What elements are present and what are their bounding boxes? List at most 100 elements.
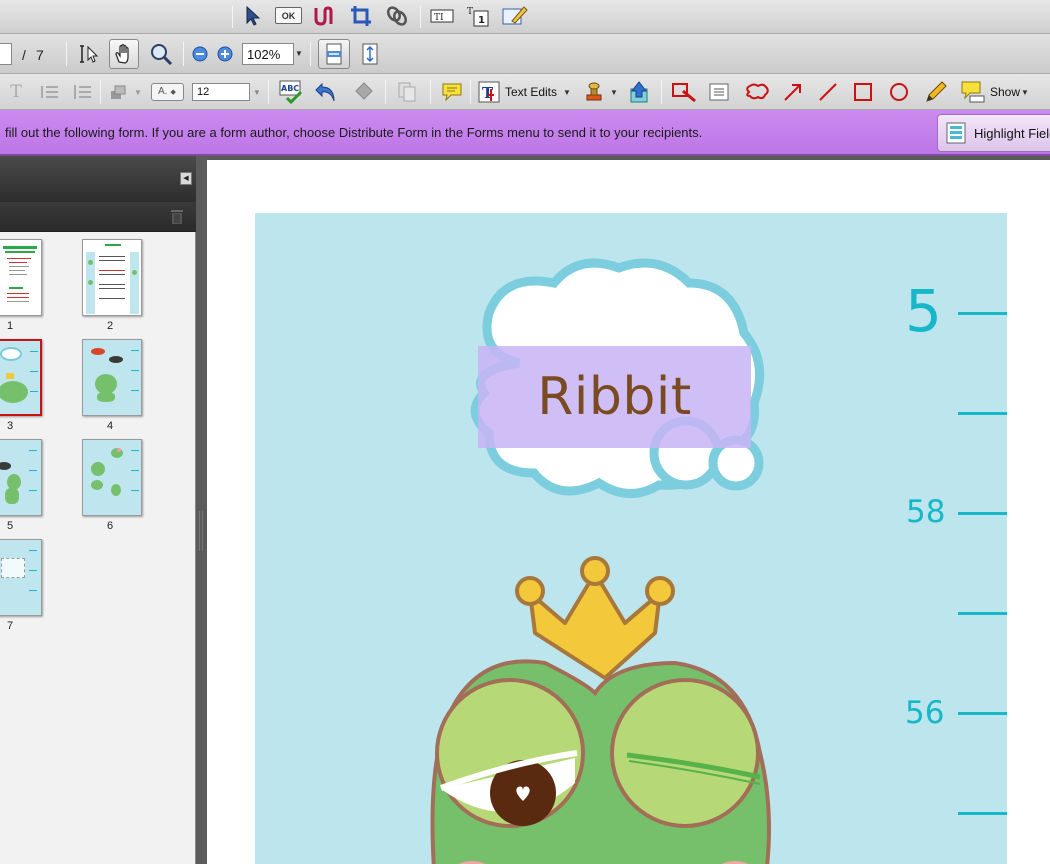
toolbar-navigation: / 7 102% ▼: [0, 34, 1050, 74]
thumbnail-number: 3: [6, 420, 14, 432]
pages-panel-header: ◀: [0, 156, 196, 202]
page-thumbnail-7[interactable]: [0, 539, 42, 616]
page-thumbnail-5[interactable]: [0, 439, 42, 516]
trash-icon[interactable]: [170, 208, 184, 225]
show-label[interactable]: Show: [990, 85, 1020, 99]
page-thumbnail-1[interactable]: [0, 239, 42, 316]
font-size-input[interactable]: 12: [192, 83, 250, 101]
line-spacing-decrease-icon[interactable]: [38, 82, 60, 102]
highlight-fields-button[interactable]: Highlight Fields: [937, 114, 1050, 152]
ribbit-text: Ribbit: [537, 367, 692, 427]
arrow-tool-icon[interactable]: [781, 80, 805, 104]
highlight-text-tool-icon[interactable]: [671, 80, 697, 104]
form-message-bar: fill out the following form. If you are …: [0, 110, 1050, 156]
ribbit-form-field[interactable]: Ribbit: [478, 346, 751, 448]
highlight-fields-label: Highlight Fields: [974, 125, 1050, 141]
thumbnail-number: 1: [6, 320, 14, 332]
growth-chart-artwork: Ribbit 5 58 56: [255, 213, 1007, 864]
page-thumbnail-4[interactable]: [82, 339, 142, 416]
zoom-dropdown-icon[interactable]: ▼: [295, 49, 303, 58]
page-thumbnail-6[interactable]: [82, 439, 142, 516]
separator: [268, 80, 269, 104]
redo-icon[interactable]: [351, 80, 375, 104]
separator: [430, 80, 431, 104]
text-edits-dropdown-icon[interactable]: ▼: [563, 88, 571, 97]
scale-tick: [958, 612, 1007, 615]
pencil-tool-icon[interactable]: [923, 79, 949, 105]
document-page[interactable]: Ribbit 5 58 56: [207, 160, 1050, 864]
stamp-style-icon[interactable]: [108, 82, 128, 102]
page-thumbnail-2[interactable]: [82, 239, 142, 316]
show-comments-icon[interactable]: [960, 80, 986, 104]
link-tool-icon[interactable]: [385, 4, 409, 28]
scale-tick: [958, 412, 1007, 415]
zoom-in-icon[interactable]: [216, 45, 234, 63]
zoom-out-icon[interactable]: [191, 45, 209, 63]
stamp-dropdown-icon[interactable]: ▼: [134, 88, 142, 97]
fit-width-icon[interactable]: [318, 39, 350, 69]
text-box-tool-icon[interactable]: [708, 82, 730, 102]
signature-field-tool-icon[interactable]: [312, 4, 336, 28]
scale-label-56: 56: [905, 695, 945, 731]
copy-icon[interactable]: [395, 80, 419, 104]
svg-text:1: 1: [478, 15, 485, 26]
font-style-dropdown[interactable]: A. ◆: [151, 83, 184, 101]
page-separator: /: [22, 47, 26, 63]
font-size-dropdown-icon[interactable]: ▼: [253, 88, 261, 97]
font-style-label: A.: [158, 86, 168, 97]
line-tool-icon[interactable]: [816, 80, 840, 104]
panel-splitter[interactable]: [196, 156, 206, 864]
scale-label-top: 5: [905, 277, 942, 345]
marquee-zoom-icon[interactable]: [148, 42, 174, 66]
ok-button-tool-icon[interactable]: OK: [275, 7, 302, 24]
select-object-tool-icon[interactable]: [242, 5, 264, 27]
form-edit-tool-icon[interactable]: [502, 4, 528, 28]
thumbnail-number: 7: [6, 620, 14, 632]
text-tool-icon[interactable]: T: [6, 82, 26, 102]
show-dropdown-icon[interactable]: ▼: [1021, 88, 1029, 97]
rectangle-tool-icon[interactable]: [851, 80, 875, 104]
pages-panel: ◀ 1 2 3 4 5 6 7: [0, 156, 196, 864]
toolbar-forms: OK TI 1T: [0, 0, 1050, 34]
select-text-tool-icon[interactable]: [78, 42, 102, 66]
thumbnail-number: 6: [106, 520, 114, 532]
stamp-tool-icon[interactable]: [582, 80, 606, 104]
scale-label-58: 58: [906, 494, 946, 530]
stamp-tool-dropdown-icon[interactable]: ▼: [610, 88, 618, 97]
svg-text:TI: TI: [434, 13, 444, 23]
cloud-tool-icon[interactable]: [744, 82, 770, 102]
separator: [66, 42, 67, 66]
thumbnail-number: 5: [6, 520, 14, 532]
scale-tick: [958, 712, 1007, 715]
pages-panel-toolbar: [0, 202, 196, 232]
text-edits-label[interactable]: Text Edits: [505, 85, 557, 99]
separator: [310, 42, 311, 66]
zoom-input[interactable]: 102%: [242, 43, 294, 65]
attach-file-icon[interactable]: [626, 79, 652, 105]
thumbnail-number: 4: [106, 420, 114, 432]
line-spacing-increase-icon[interactable]: [71, 82, 93, 102]
page-number-input[interactable]: [0, 43, 12, 65]
text-field-tool-icon[interactable]: TI: [430, 7, 454, 25]
toolbar-typewriter-comment: T ▼ A. ◆ 12 ▼ ABC T Text Edits ▼ ▼ Show …: [0, 74, 1050, 110]
page-thumbnail-3[interactable]: [0, 339, 42, 416]
scale-tick: [958, 312, 1007, 315]
separator: [183, 42, 184, 66]
oval-tool-icon[interactable]: [887, 80, 911, 104]
sticky-note-icon[interactable]: [440, 81, 464, 103]
spell-check-icon[interactable]: ABC: [279, 80, 303, 104]
svg-text:T: T: [482, 84, 494, 102]
page-number-tool-icon[interactable]: 1T: [465, 4, 491, 28]
crop-tool-icon[interactable]: [349, 4, 373, 28]
text-edits-icon[interactable]: T: [477, 80, 501, 104]
frog-prince-illustration: [430, 556, 771, 864]
undo-icon[interactable]: [314, 80, 338, 104]
separator: [385, 80, 386, 104]
separator: [232, 6, 233, 28]
fit-page-icon[interactable]: [358, 42, 382, 66]
collapse-panel-icon[interactable]: ◀: [180, 172, 192, 185]
hand-tool-icon[interactable]: [109, 39, 139, 69]
scale-tick: [958, 512, 1007, 515]
scale-tick: [958, 812, 1007, 815]
separator: [661, 80, 662, 104]
